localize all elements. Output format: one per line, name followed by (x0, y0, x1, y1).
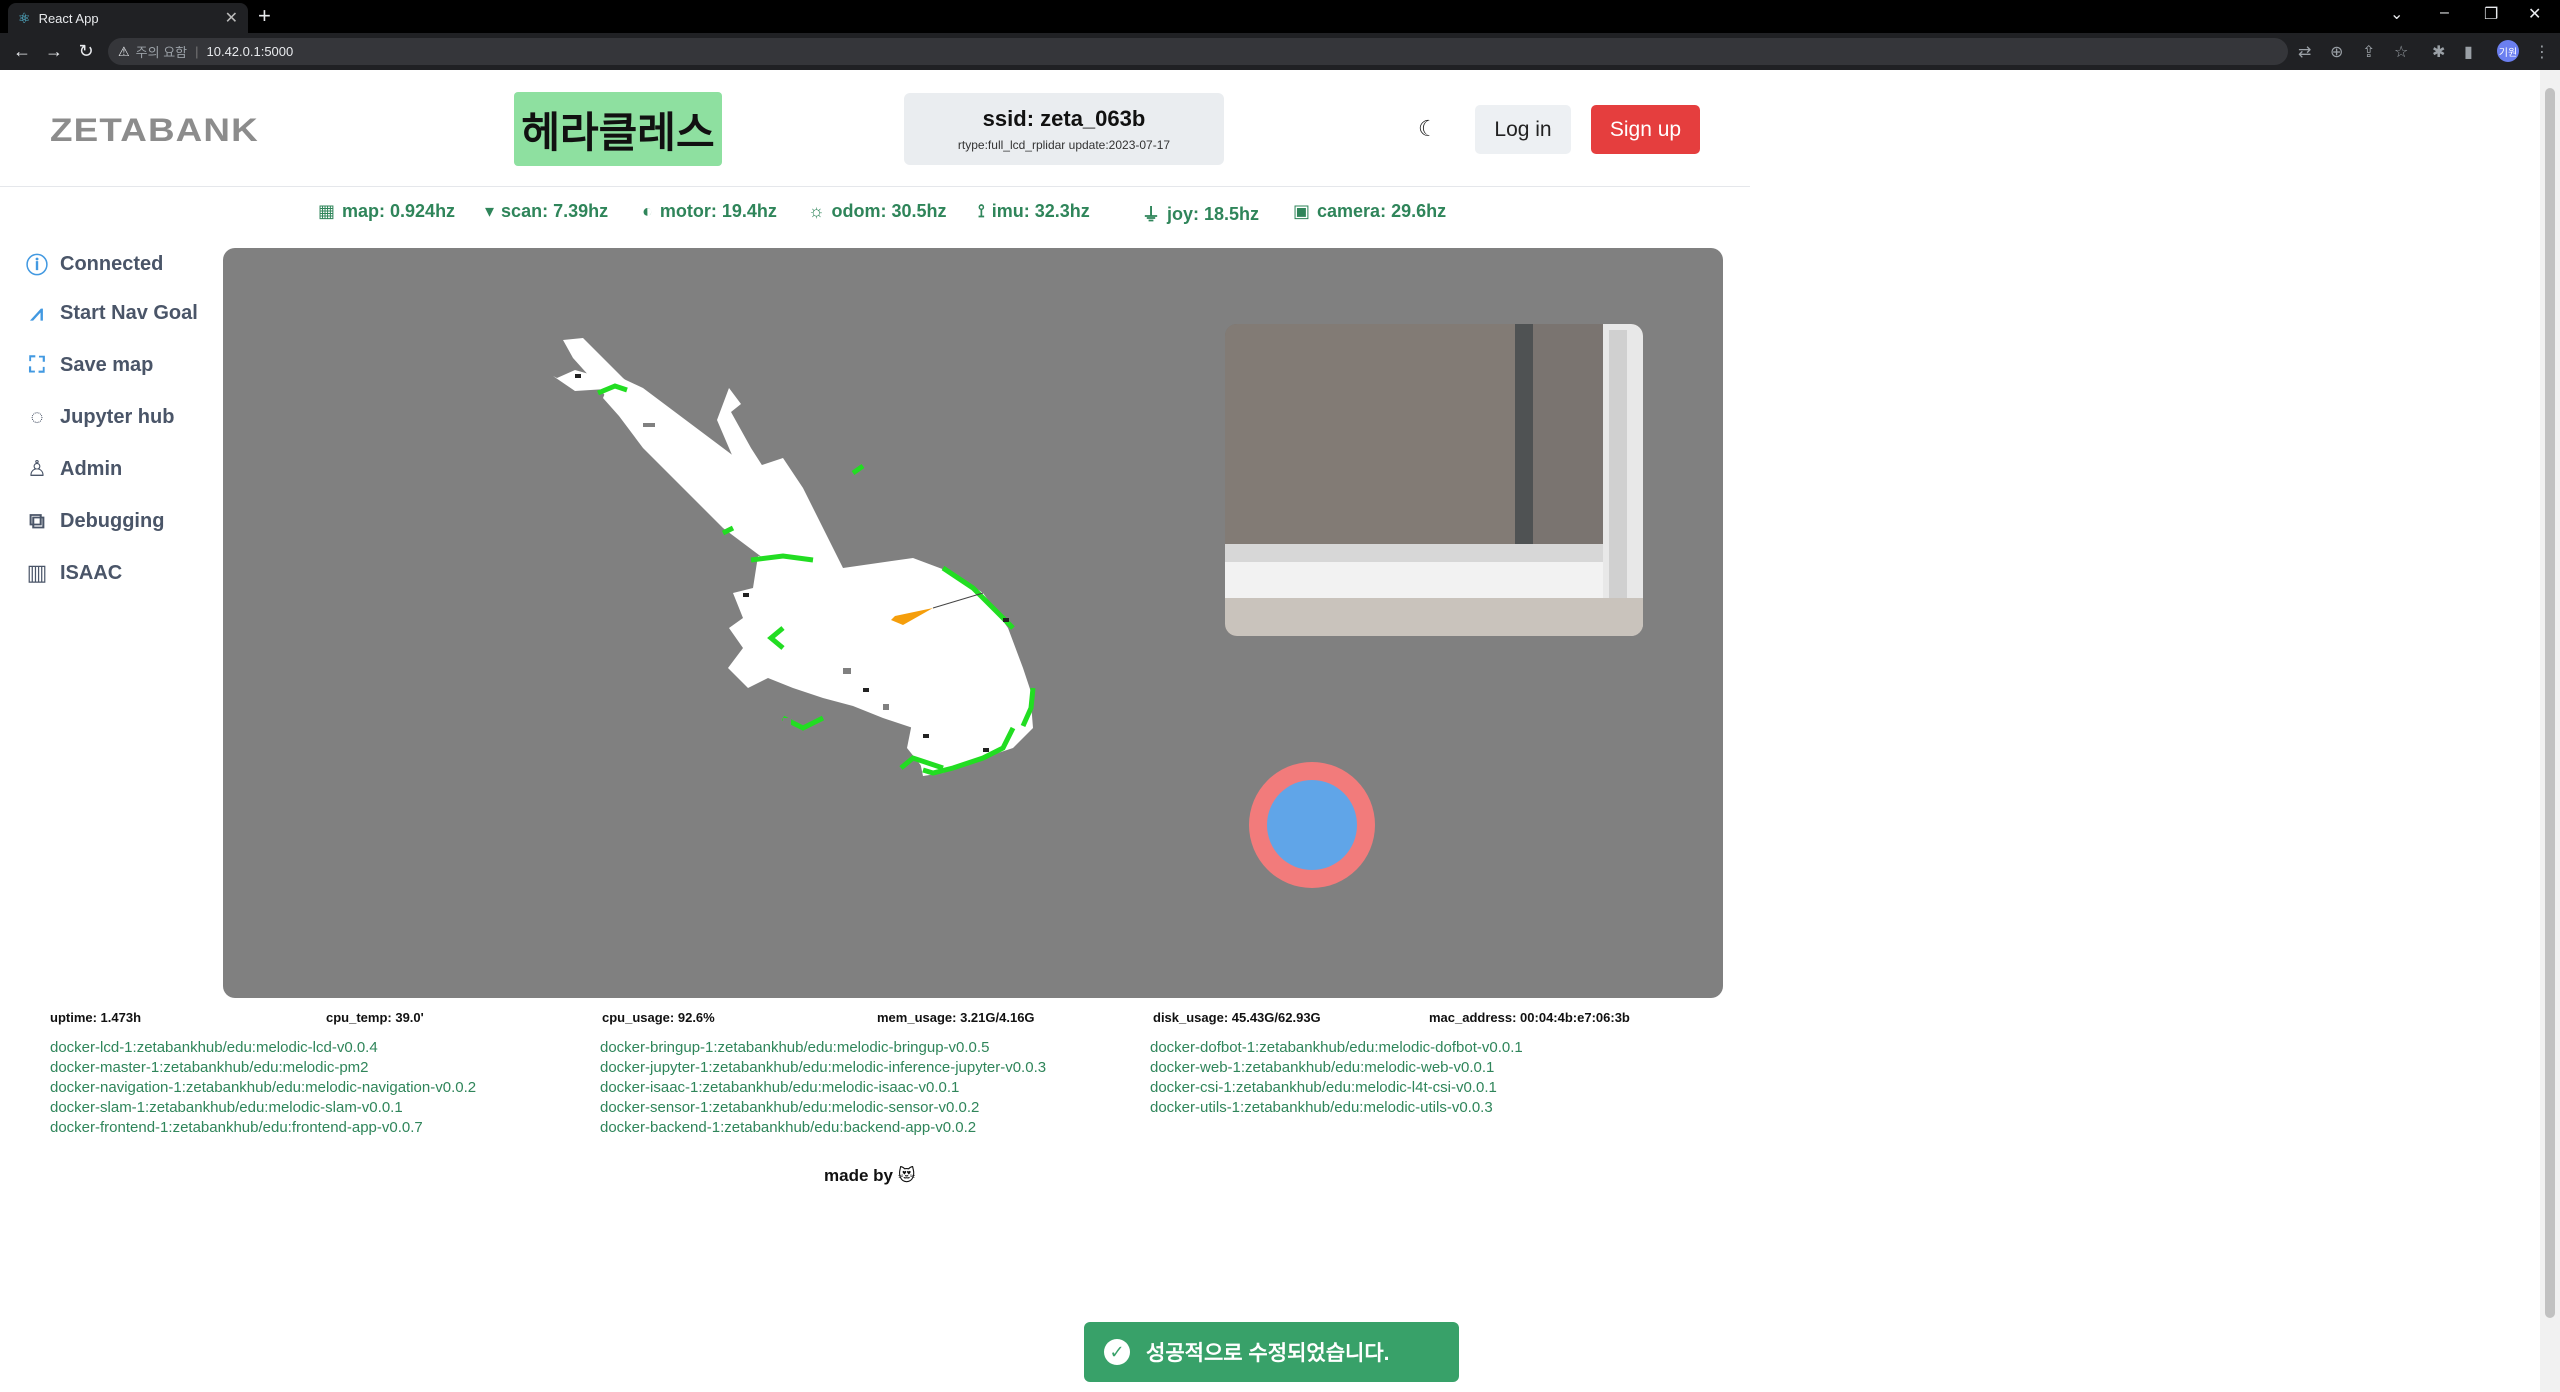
sidebar-item-admin[interactable]: ♙ Admin (24, 456, 122, 482)
map-canvas[interactable] (223, 248, 1723, 998)
bookmark-star-icon[interactable]: ☆ (2394, 42, 2408, 62)
motor-icon: ◐ (642, 201, 653, 221)
minimize-icon[interactable]: – (2440, 4, 2449, 22)
ssid-text: ssid: zeta_063b (982, 106, 1146, 131)
extensions-icon[interactable]: ✱ (2432, 42, 2445, 62)
restore-icon[interactable]: ❐ (2484, 4, 2498, 24)
rtype-text: rtype:full_lcd_rplidar update:2023-07-17 (957, 138, 1171, 152)
admin-icon: ♙ (27, 456, 47, 481)
imu-icon: ⟟ (978, 201, 985, 221)
check-circle-icon: ✓ (1104, 1339, 1130, 1365)
map-icon: ⛶ (29, 352, 45, 377)
cpu-temp-stat: cpu_temp: 39.0' (326, 1010, 424, 1025)
camera-icon: ▣ (1293, 201, 1311, 221)
address-bar: ← → ↻ ⚠ 주의 요함 | 10.42.0.1:5000 ⇄ ⊕ ⇪ ☆ ✱… (0, 33, 2560, 70)
wifi-icon: ▾ (485, 201, 495, 221)
translate-icon[interactable]: ⇄ (2298, 42, 2311, 62)
imu-rate: ⟟ imu: 32.3hz (978, 201, 1090, 221)
made-by-footer: made by 😻 (824, 1166, 916, 1185)
chart-icon: ▥ (26, 560, 48, 585)
close-window-icon[interactable]: ✕ (2528, 4, 2541, 24)
docker-item: docker-isaac-1:zetabankhub/edu:melodic-i… (600, 1079, 960, 1096)
docker-item: docker-dofbot-1:zetabankhub/edu:melodic-… (1150, 1039, 1523, 1056)
react-icon: ⚛ (18, 9, 31, 26)
odom-rate: ☼ odom: 30.5hz (808, 201, 947, 221)
uptime-stat: uptime: 1.473h (50, 1010, 142, 1025)
signup-button[interactable]: Sign up (1591, 105, 1700, 154)
nav-goal-icon: ⩘ (30, 300, 44, 325)
grid-icon: ▦ (318, 201, 336, 221)
robot-name: 헤라클레스 (514, 92, 722, 166)
mem-usage-stat: mem_usage: 3.21G/4.16G (877, 1010, 1035, 1025)
reload-icon[interactable]: ↻ (70, 41, 102, 62)
toast-message: 성공적으로 수정되었습니다. (1146, 1342, 1390, 1365)
docker-item: docker-frontend-1:zetabankhub/edu:fronte… (50, 1119, 423, 1136)
connected-icon: ⓘ (25, 253, 48, 278)
sidebar-item-debugging[interactable]: ⧉ Debugging (24, 508, 164, 534)
docker-item: docker-utils-1:zetabankhub/edu:melodic-u… (1150, 1099, 1493, 1116)
new-tab-icon[interactable]: + (258, 5, 271, 27)
share-icon[interactable]: ⇪ (2362, 42, 2375, 62)
docker-item: docker-web-1:zetabankhub/edu:melodic-web… (1150, 1059, 1495, 1076)
sidebar-item-start-nav-goal[interactable]: ⩘ Start Nav Goal (24, 300, 198, 326)
map-rate: ▦ map: 0.924hz (318, 201, 456, 221)
sidebar-item-save-map[interactable]: ⛶ Save map (24, 352, 153, 378)
camera-feed (1225, 324, 1643, 636)
profile-avatar[interactable]: 기원 (2497, 40, 2519, 62)
docker-item: docker-csi-1:zetabankhub/edu:melodic-l4t… (1150, 1079, 1497, 1096)
browser-tab-bar: ⚛ React App ✕ + ⌄ – ❐ ✕ (0, 0, 2560, 33)
docker-list-col1: docker-lcd-1:zetabankhub/edu:melodic-lcd… (50, 1038, 476, 1138)
docker-list-col3: docker-dofbot-1:zetabankhub/edu:melodic-… (1150, 1038, 1523, 1118)
back-icon[interactable]: ← (6, 41, 38, 62)
docker-item: docker-sensor-1:zetabankhub/edu:melodic-… (600, 1099, 980, 1116)
docker-item: docker-slam-1:zetabankhub/edu:melodic-sl… (50, 1099, 403, 1116)
page-scrollbar-thumb[interactable] (2545, 88, 2555, 1318)
dark-mode-toggle-icon[interactable]: ☾ (1418, 116, 1438, 142)
sidebar-item-connected[interactable]: ⓘ Connected (24, 248, 163, 280)
sidebar-item-jupyter-hub[interactable]: ◌ Jupyter hub (24, 404, 174, 430)
sidebar-item-isaac[interactable]: ▥ ISAAC (24, 560, 123, 586)
scan-rate: ▾ scan: 7.39hz (485, 201, 609, 221)
disk-usage-stat: disk_usage: 45.43G/62.93G (1153, 1010, 1321, 1025)
docker-item: docker-navigation-1:zetabankhub/edu:melo… (50, 1079, 477, 1096)
joy-rate: ⏚ joy: 18.5hz (1142, 201, 1259, 227)
docker-list-col2: docker-bringup-1:zetabankhub/edu:melodic… (600, 1038, 1046, 1138)
login-button[interactable]: Log in (1475, 105, 1571, 154)
success-toast[interactable]: ✓ 성공적으로 수정되었습니다. (1084, 1322, 1459, 1382)
tab-search-icon[interactable]: ⌄ (2390, 4, 2403, 24)
camera-image (1225, 324, 1643, 636)
tab-close-icon[interactable]: ✕ (225, 8, 238, 28)
jupyter-icon: ◌ (30, 404, 44, 429)
docker-item: docker-bringup-1:zetabankhub/edu:melodic… (600, 1039, 990, 1056)
security-label: 주의 요함 (135, 45, 188, 60)
sidepanel-icon[interactable]: ▮ (2464, 42, 2473, 62)
browser-tab[interactable]: ⚛ React App ✕ (8, 3, 248, 33)
joystick-icon: ⏚ (1142, 205, 1160, 225)
docker-item: docker-backend-1:zetabankhub/edu:backend… (600, 1119, 977, 1136)
header-divider (0, 186, 1750, 187)
zetabank-logo[interactable]: ZETABANK (50, 112, 259, 149)
mac-address-stat: mac_address: 00:04:4b:e7:06:3b (1429, 1010, 1630, 1025)
debug-icon: ⧉ (29, 508, 45, 533)
url-text: 10.42.0.1:5000 (206, 44, 294, 59)
ssid-box: ssid: zeta_063b rtype:full_lcd_rplidar u… (904, 93, 1224, 165)
cat-emoji-icon: 😻 (897, 1166, 916, 1185)
sun-icon: ☼ (808, 201, 825, 221)
menu-icon[interactable]: ⋮ (2534, 42, 2550, 62)
url-field[interactable]: ⚠ 주의 요함 | 10.42.0.1:5000 (108, 38, 2288, 65)
cpu-usage-stat: cpu_usage: 92.6% (602, 1010, 715, 1025)
camera-rate: ▣ camera: 29.6hz (1293, 201, 1447, 221)
warning-icon: ⚠ (118, 43, 130, 59)
forward-icon[interactable]: → (38, 41, 70, 62)
zoom-icon[interactable]: ⊕ (2330, 42, 2343, 62)
docker-item: docker-master-1:zetabankhub/edu:melodic-… (50, 1059, 369, 1076)
docker-item: docker-lcd-1:zetabankhub/edu:melodic-lcd… (50, 1039, 378, 1056)
docker-item: docker-jupyter-1:zetabankhub/edu:melodic… (600, 1059, 1047, 1076)
motor-rate: ◐ motor: 19.4hz (642, 201, 777, 221)
tab-title: React App (38, 10, 99, 26)
joystick-knob[interactable] (1267, 780, 1357, 870)
